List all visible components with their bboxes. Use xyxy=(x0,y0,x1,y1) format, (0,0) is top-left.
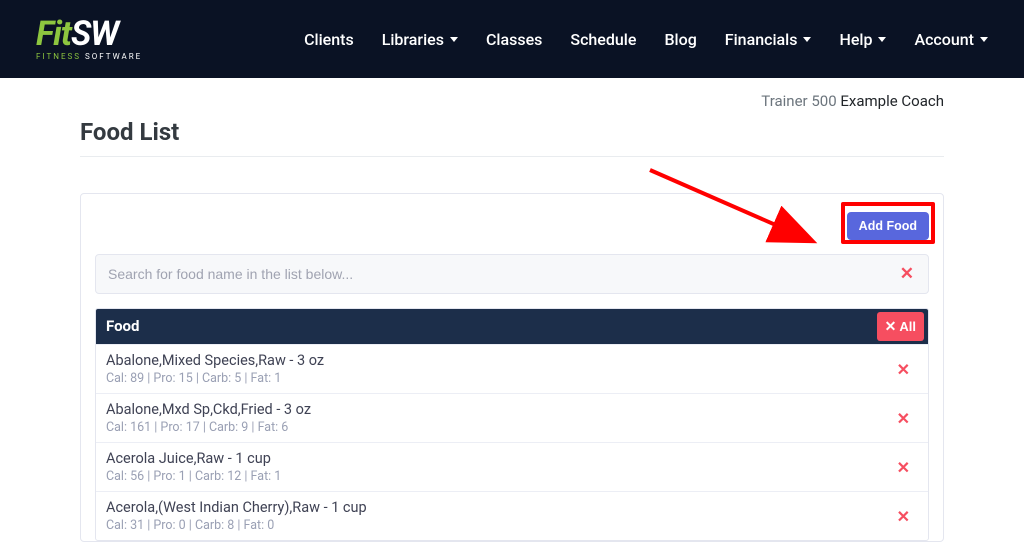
col-header-food: Food xyxy=(96,309,873,344)
table-row[interactable]: Abalone,Mxd Sp,Ckd,Fried - 3 oz Cal: 161… xyxy=(96,393,928,442)
food-macros: Cal: 161 | Pro: 17 | Carb: 9 | Fat: 6 xyxy=(106,420,889,435)
food-macros: Cal: 31 | Pro: 0 | Carb: 8 | Fat: 0 xyxy=(106,518,889,533)
nav-account[interactable]: Account xyxy=(914,30,988,49)
trainer-info: Trainer 500 Example Coach xyxy=(80,92,944,110)
delete-row-icon[interactable]: ✕ xyxy=(889,507,918,526)
page-title: Food List xyxy=(80,118,944,157)
food-cell: Abalone,Mixed Species,Raw - 3 oz Cal: 89… xyxy=(106,352,889,386)
chevron-down-icon xyxy=(803,37,811,42)
food-card: Add Food ✕ Food ✕ All Abalone,Mixed Spec… xyxy=(80,193,944,542)
nav-links: Clients Libraries Classes Schedule Blog … xyxy=(304,30,988,49)
close-icon: ✕ xyxy=(885,318,897,335)
chevron-down-icon xyxy=(450,37,458,42)
food-name: Abalone,Mxd Sp,Ckd,Fried - 3 oz xyxy=(106,401,889,418)
logo-main: FitSW xyxy=(36,17,142,51)
add-food-button[interactable]: Add Food xyxy=(847,212,929,240)
food-cell: Abalone,Mxd Sp,Ckd,Fried - 3 oz Cal: 161… xyxy=(106,401,889,435)
food-table: Food ✕ All Abalone,Mixed Species,Raw - 3… xyxy=(95,308,929,541)
navbar: FitSW FITNESS SOFTWARE Clients Libraries… xyxy=(0,0,1024,78)
food-name: Acerola Juice,Raw - 1 cup xyxy=(106,450,889,467)
table-row[interactable]: Acerola,(West Indian Cherry),Raw - 1 cup… xyxy=(96,491,928,540)
table-header: Food ✕ All xyxy=(96,309,928,344)
trainer-name: Example Coach xyxy=(840,92,944,110)
delete-all-button[interactable]: ✕ All xyxy=(877,312,924,341)
search-row: ✕ xyxy=(95,254,929,294)
food-cell: Acerola,(West Indian Cherry),Raw - 1 cup… xyxy=(106,499,889,533)
nav-blog[interactable]: Blog xyxy=(664,30,696,49)
nav-classes[interactable]: Classes xyxy=(486,30,542,49)
page-body: Trainer 500 Example Coach Food List Add … xyxy=(0,78,1024,542)
trainer-prefix: Trainer 500 xyxy=(761,92,836,110)
food-name: Acerola,(West Indian Cherry),Raw - 1 cup xyxy=(106,499,889,516)
logo-tagline: FITNESS SOFTWARE xyxy=(36,53,142,61)
delete-row-icon[interactable]: ✕ xyxy=(889,409,918,428)
table-row[interactable]: Acerola Juice,Raw - 1 cup Cal: 56 | Pro:… xyxy=(96,442,928,491)
chevron-down-icon xyxy=(980,37,988,42)
food-cell: Acerola Juice,Raw - 1 cup Cal: 56 | Pro:… xyxy=(106,450,889,484)
nav-schedule[interactable]: Schedule xyxy=(570,30,636,49)
chevron-down-icon xyxy=(878,37,886,42)
search-input[interactable] xyxy=(96,255,886,293)
delete-all-label: All xyxy=(899,319,916,334)
delete-row-icon[interactable]: ✕ xyxy=(889,458,918,477)
table-row[interactable]: Abalone,Mixed Species,Raw - 3 oz Cal: 89… xyxy=(96,344,928,393)
nav-financials[interactable]: Financials xyxy=(725,30,812,49)
nav-clients[interactable]: Clients xyxy=(304,30,354,49)
clear-search-icon[interactable]: ✕ xyxy=(886,264,928,284)
nav-help[interactable]: Help xyxy=(839,30,886,49)
food-name: Abalone,Mixed Species,Raw - 3 oz xyxy=(106,352,889,369)
delete-row-icon[interactable]: ✕ xyxy=(889,360,918,379)
add-food-wrap: Add Food xyxy=(95,212,929,240)
food-macros: Cal: 56 | Pro: 1 | Carb: 12 | Fat: 1 xyxy=(106,469,889,484)
nav-libraries[interactable]: Libraries xyxy=(382,30,458,49)
food-macros: Cal: 89 | Pro: 15 | Carb: 5 | Fat: 1 xyxy=(106,371,889,386)
logo[interactable]: FitSW FITNESS SOFTWARE xyxy=(36,17,142,61)
